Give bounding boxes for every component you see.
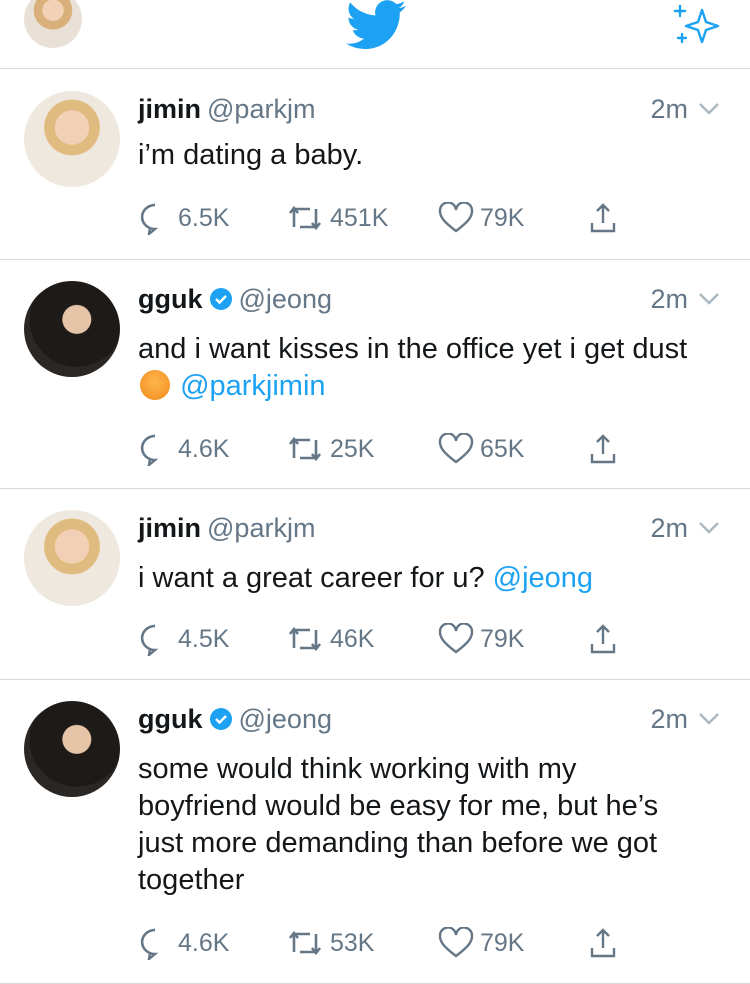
tweet-header: gguk @jeong <box>138 283 332 315</box>
sparkle-icon[interactable] <box>672 2 720 48</box>
like-count: 79K <box>480 624 525 653</box>
tweet-body: some would think working with my boyfrie… <box>138 753 659 896</box>
like-button[interactable]: 79K <box>438 925 524 961</box>
tweet-header: jimin @parkjm <box>138 93 315 125</box>
reply-button[interactable]: 6.5K <box>138 200 229 236</box>
chevron-down-icon[interactable] <box>698 102 720 116</box>
like-count: 65K <box>480 434 525 463</box>
verified-icon <box>209 288 232 310</box>
retweet-button[interactable]: 53K <box>286 925 374 961</box>
tweet[interactable]: jimin @parkjm 2m i’m dating a baby. 6.5K … <box>0 69 750 260</box>
heart-icon <box>438 433 474 464</box>
chevron-down-icon[interactable] <box>698 292 720 306</box>
tweet-header: gguk @jeong <box>138 703 332 735</box>
retweet-count: 46K <box>330 624 375 653</box>
retweet-icon <box>288 930 322 956</box>
timestamp: 2m <box>650 94 688 124</box>
share-button[interactable] <box>588 621 624 657</box>
handle[interactable]: @jeong <box>239 284 332 314</box>
handle[interactable]: @jeong <box>239 704 332 734</box>
twitter-bird-icon[interactable] <box>346 0 406 50</box>
tweet[interactable]: gguk @jeong 2m and i want kisses in the o… <box>0 259 750 489</box>
reply-button[interactable]: 4.6K <box>138 925 229 961</box>
avatar[interactable] <box>24 281 120 377</box>
tweet-actions: 6.5K 451K 79K <box>138 200 638 236</box>
reply-button[interactable]: 4.5K <box>138 621 229 657</box>
display-name[interactable]: gguk <box>138 704 203 734</box>
share-button[interactable] <box>588 200 624 236</box>
like-count: 79K <box>480 203 525 232</box>
tweet-actions: 4.6K 53K 79K <box>138 925 638 961</box>
retweet-button[interactable]: 46K <box>286 621 374 657</box>
retweet-count: 53K <box>330 928 375 957</box>
retweet-icon <box>288 436 322 462</box>
profile-avatar[interactable] <box>24 0 82 48</box>
handle[interactable]: @parkjm <box>207 94 315 124</box>
like-button[interactable]: 65K <box>438 431 524 467</box>
tweet[interactable]: gguk @jeong 2m some would think working w… <box>0 679 750 984</box>
display-name[interactable]: gguk <box>138 284 203 314</box>
reply-button[interactable]: 4.6K <box>138 431 229 467</box>
tweet-text: some would think working with my boyfrie… <box>138 751 698 899</box>
timestamp: 2m <box>650 704 688 734</box>
heart-icon <box>438 202 474 233</box>
retweet-button[interactable]: 25K <box>286 431 374 467</box>
display-name[interactable]: jimin <box>138 94 201 124</box>
share-button[interactable] <box>588 431 624 467</box>
like-count: 79K <box>480 928 525 957</box>
retweet-count: 25K <box>330 434 375 463</box>
tweet-actions: 4.6K 25K 65K <box>138 431 638 467</box>
tweet-body: and i want kisses in the office yet i ge… <box>138 333 688 365</box>
heart-icon <box>438 927 474 958</box>
avatar[interactable] <box>24 701 120 797</box>
share-icon <box>590 203 616 233</box>
tweet-body: i want a great career for u? <box>138 562 485 594</box>
display-name[interactable]: jimin <box>138 513 201 543</box>
share-icon <box>590 928 616 958</box>
share-icon <box>590 624 616 654</box>
chevron-down-icon[interactable] <box>698 521 720 535</box>
tweet-actions: 4.5K 46K 79K <box>138 621 638 657</box>
tweet[interactable]: jimin @parkjm 2m i want a great career fo… <box>0 488 750 680</box>
verified-icon <box>209 708 232 730</box>
reply-icon <box>140 624 159 656</box>
reply-count: 4.6K <box>178 434 230 463</box>
avatar[interactable] <box>24 91 120 187</box>
heart-icon <box>438 623 474 654</box>
reply-icon <box>140 203 159 235</box>
reply-count: 6.5K <box>178 203 230 232</box>
reply-count: 4.6K <box>178 928 230 957</box>
reply-icon <box>140 928 159 960</box>
timestamp: 2m <box>650 513 688 543</box>
tweet-text: i’m dating a baby. <box>138 137 718 174</box>
share-icon <box>590 434 616 464</box>
mention-link[interactable]: @jeong <box>493 562 593 594</box>
retweet-icon <box>288 205 322 231</box>
like-button[interactable]: 79K <box>438 200 524 236</box>
tweet-text: and i want kisses in the office yet i ge… <box>138 331 718 405</box>
tweet-text: i want a great career for u? @jeong <box>138 560 718 597</box>
retweet-icon <box>288 626 322 652</box>
mention-link[interactable]: @parkjimin <box>180 370 325 402</box>
retweet-button[interactable]: 451K <box>286 200 388 236</box>
retweet-count: 451K <box>330 203 389 232</box>
tweet-body: i’m dating a baby. <box>138 139 364 171</box>
reply-count: 4.5K <box>178 624 230 653</box>
top-bar <box>0 0 750 69</box>
tweet-header: jimin @parkjm <box>138 512 315 544</box>
timestamp: 2m <box>650 284 688 314</box>
chevron-down-icon[interactable] <box>698 712 720 726</box>
like-button[interactable]: 79K <box>438 621 524 657</box>
handle[interactable]: @parkjm <box>207 513 315 543</box>
reply-icon <box>140 434 159 466</box>
angry-face-emoji-icon <box>140 370 170 400</box>
avatar[interactable] <box>24 510 120 606</box>
share-button[interactable] <box>588 925 624 961</box>
